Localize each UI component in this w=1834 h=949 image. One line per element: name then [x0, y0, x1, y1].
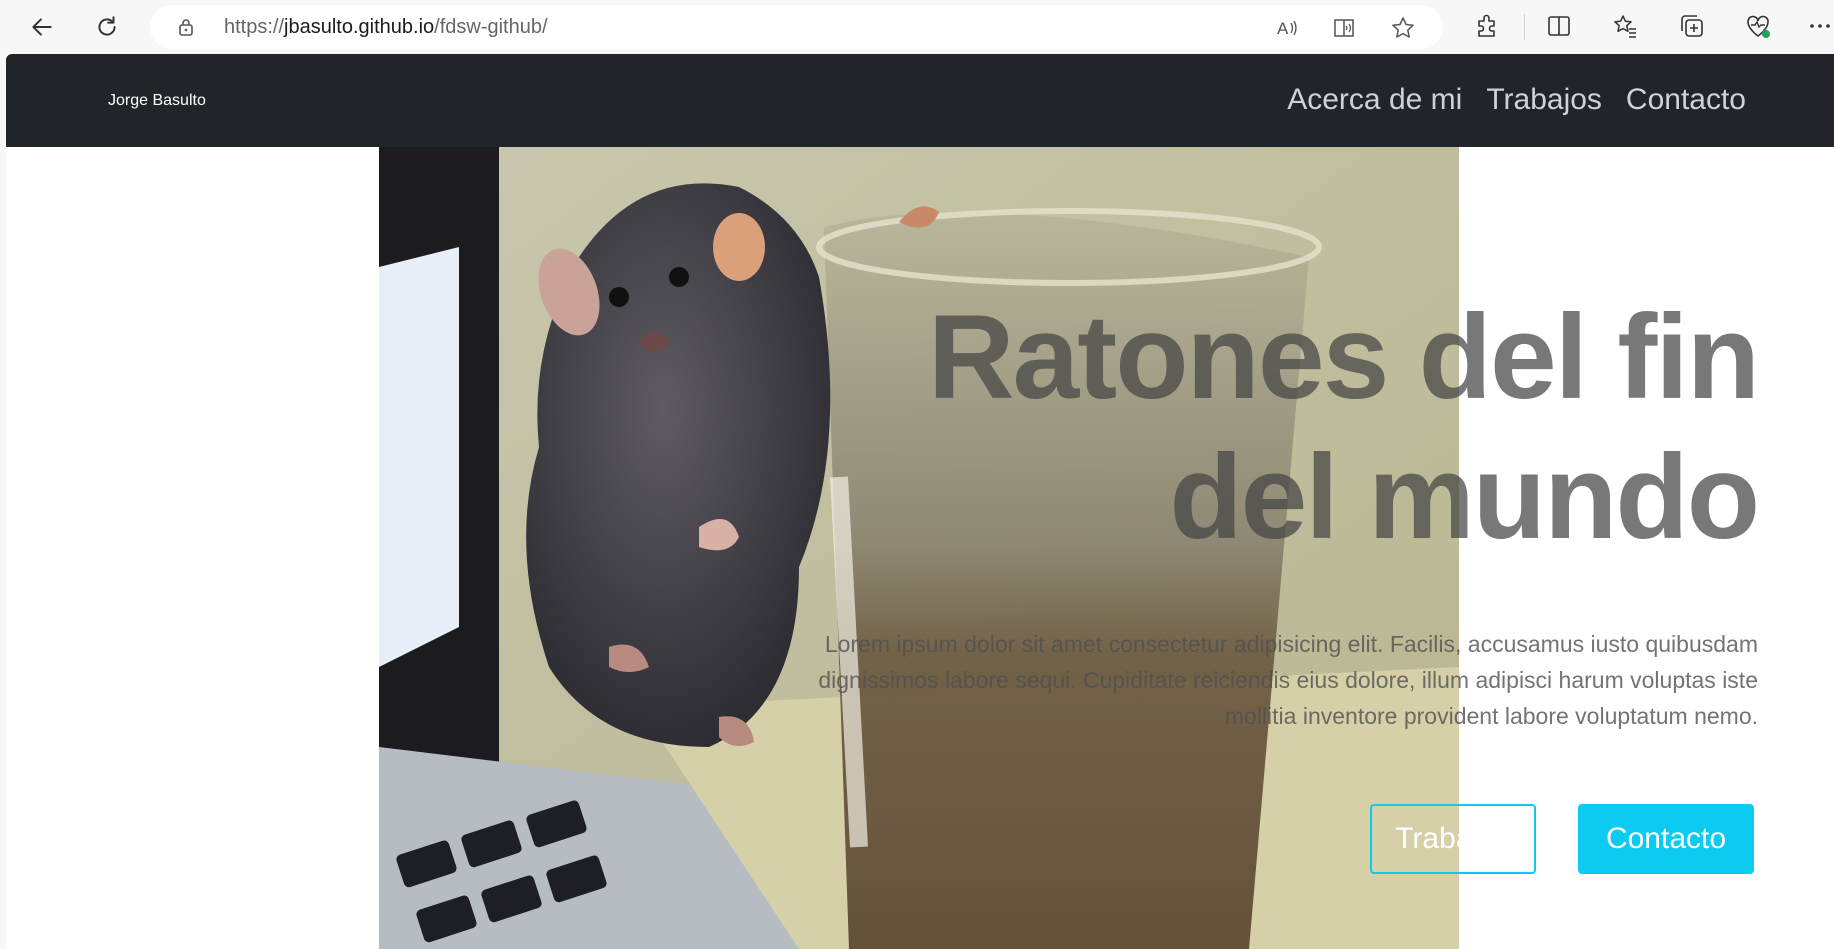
favorites-icon[interactable] [1611, 12, 1639, 40]
back-icon [32, 18, 52, 36]
favorite-star-icon[interactable] [1390, 15, 1416, 41]
refresh-icon [98, 16, 116, 36]
lock-icon[interactable] [176, 17, 196, 37]
immersive-reader-icon[interactable] [1332, 15, 1358, 41]
back-button[interactable] [24, 9, 60, 45]
refresh-button[interactable] [89, 9, 125, 45]
address-bar[interactable]: https://jbasulto.github.io/fdsw-github/ … [150, 5, 1443, 49]
contacto-button[interactable]: Contacto [1578, 804, 1754, 874]
split-screen-icon[interactable] [1545, 12, 1573, 40]
svg-text:A: A [1277, 19, 1289, 38]
hero-title-line2: del mundo [1169, 430, 1760, 564]
trabajos-button[interactable]: Trabajos [1370, 804, 1536, 874]
url-text[interactable]: https://jbasulto.github.io/fdsw-github/ [224, 16, 548, 39]
site-brand[interactable]: Jorge Basulto [108, 92, 206, 110]
extensions-icon[interactable] [1473, 12, 1501, 40]
browser-toolbar: https://jbasulto.github.io/fdsw-github/ … [0, 0, 1834, 54]
nav-link-acerca[interactable]: Acerca de mi [1287, 82, 1462, 118]
toolbar-separator [1524, 14, 1525, 40]
hero-lead-text: Lorem ipsum dolor sit amet consectetur a… [818, 631, 1758, 729]
collections-icon[interactable] [1678, 12, 1706, 40]
site-navbar: Jorge Basulto Acerca de mi Trabajos Cont… [6, 54, 1834, 147]
nav-link-trabajos[interactable]: Trabajos [1486, 82, 1602, 118]
site-nav-links: Acerca de mi Trabajos Contacto [1287, 82, 1746, 118]
hero-title: Ratones del fin del mundo [858, 287, 1760, 567]
browser-essentials-icon[interactable] [1744, 12, 1772, 40]
more-icon[interactable] [1806, 12, 1834, 40]
url-host: jbasulto.github.io [284, 16, 435, 38]
url-scheme: https:// [224, 16, 285, 38]
page-viewport: Jorge Basulto Acerca de mi Trabajos Cont… [6, 54, 1834, 949]
nav-link-contacto[interactable]: Contacto [1626, 82, 1746, 118]
read-aloud-icon[interactable]: A [1274, 15, 1300, 41]
url-path: /fdsw-github/ [434, 16, 548, 38]
hero-title-line1: Ratones del fin [927, 290, 1760, 424]
hero-section: Ratones del fin del mundo Lorem ipsum do… [6, 147, 1834, 949]
